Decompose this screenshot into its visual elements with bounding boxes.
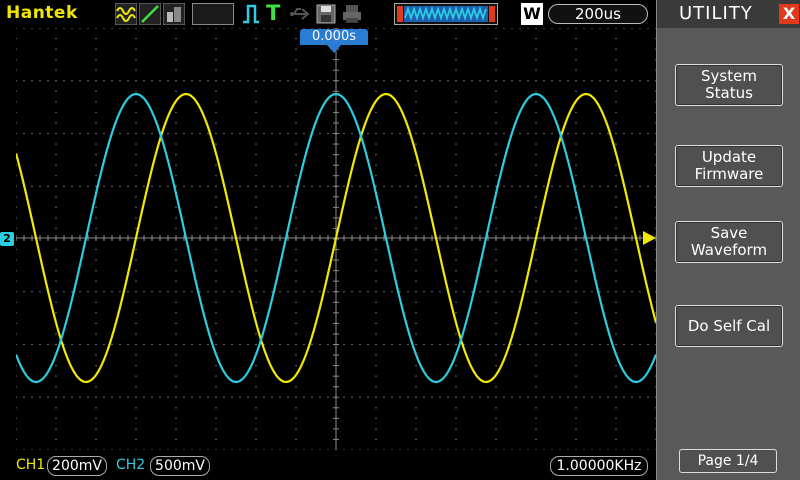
bottom-status-bar: CH1 200mV CH2 500mV 1.00000KHz <box>0 452 656 480</box>
trigger-position-arrow-icon <box>327 45 341 53</box>
menu-page-button[interactable]: Page 1/4 <box>679 449 777 473</box>
printer-icon[interactable] <box>341 3 363 25</box>
ch2-ground-marker[interactable]: 2 <box>0 232 14 246</box>
trigger-status-text: T <box>266 1 281 25</box>
display-mode-icon[interactable] <box>139 3 161 25</box>
memory-depth-icon[interactable] <box>394 3 498 25</box>
waveform-canvas <box>16 28 656 450</box>
trigger-level-marker <box>643 231 656 245</box>
self-calibration-button[interactable]: Do Self Cal <box>675 305 783 347</box>
timebase-readout[interactable]: 200us <box>548 4 648 24</box>
brand-logo: Hantek <box>6 3 78 23</box>
window-mode-badge: W <box>521 3 543 25</box>
save-disk-icon[interactable] <box>315 3 337 25</box>
save-waveform-button[interactable]: Save Waveform <box>675 221 783 263</box>
ch2-scale-readout[interactable]: 500mV <box>150 456 210 476</box>
utility-menu-panel: UTILITY X System Status Update Firmware … <box>656 0 800 480</box>
ch1-scale-readout[interactable]: 200mV <box>47 456 107 476</box>
update-firmware-button[interactable]: Update Firmware <box>675 145 783 187</box>
frequency-readout: 1.00000KHz <box>550 456 648 476</box>
ch1-label: CH1 <box>16 457 46 473</box>
trigger-position-readout[interactable]: 0.000s <box>300 29 368 45</box>
top-status-bar: Hantek T W 200us <box>0 0 656 28</box>
system-status-button[interactable]: System Status <box>675 64 783 106</box>
waveform-display[interactable] <box>16 28 656 450</box>
persist-icon[interactable] <box>163 3 185 25</box>
status-slot <box>192 3 234 25</box>
acquire-mode-icon[interactable] <box>115 3 137 25</box>
usb-icon <box>290 8 310 20</box>
trigger-edge-icon[interactable] <box>240 3 262 25</box>
close-menu-button[interactable]: X <box>779 4 799 24</box>
ch2-label: CH2 <box>116 457 146 473</box>
